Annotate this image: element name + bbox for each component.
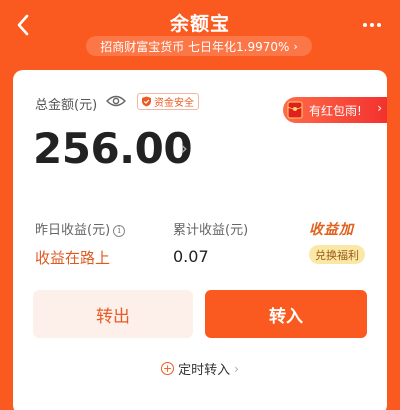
chevron-right-icon: › <box>234 361 239 376</box>
transfer-in-button[interactable]: 转入 <box>205 290 367 338</box>
eye-icon[interactable] <box>106 94 126 108</box>
scheduled-transfer-link[interactable]: + 定时转入 › <box>13 359 387 378</box>
total-amount-value[interactable]: 256.00 <box>33 124 193 173</box>
fund-info-text: 招商财富宝货币 七日年化1.9970% <box>100 39 290 54</box>
top-nav-bar: 余额宝 招商财富宝货币 七日年化1.9970% › <box>0 0 400 64</box>
yesterday-earnings-value: 收益在路上 <box>35 249 111 267</box>
info-icon[interactable]: i <box>113 225 126 237</box>
fund-safety-badge[interactable]: 资金安全 <box>137 93 199 110</box>
chevron-right-icon: › <box>377 101 382 115</box>
red-packet-rain-banner[interactable]: 有红包雨! › <box>283 97 387 123</box>
safety-badge-text: 资金安全 <box>154 98 194 109</box>
chevron-right-icon: › <box>293 39 298 53</box>
more-dots-icon <box>363 23 367 27</box>
scheduled-transfer-label: 定时转入 <box>178 363 231 378</box>
total-amount-label: 总金额(元) <box>35 98 98 113</box>
chevron-right-icon[interactable]: › <box>180 136 188 160</box>
redeem-benefits-tag[interactable]: 兑换福利 <box>309 245 365 264</box>
cumulative-earnings-value: 0.07 <box>173 247 209 266</box>
earnings-boost-title[interactable]: 收益加 <box>309 219 354 239</box>
page-title: 余额宝 <box>169 13 230 35</box>
red-packet-text: 有红包雨! <box>309 103 362 118</box>
transfer-out-button[interactable]: 转出 <box>33 290 193 338</box>
fund-info-pill[interactable]: 招商财富宝货币 七日年化1.9970% › <box>86 36 312 56</box>
plus-circle-icon: + <box>161 362 175 375</box>
more-options-button[interactable] <box>360 16 384 34</box>
cumulative-earnings-label: 累计收益(元) <box>173 223 249 238</box>
balance-card: 总金额(元) 资金安全 有红包雨! › 256.00 › 昨日收益(元) i 收益… <box>13 70 387 410</box>
yesterday-earnings-label: 昨日收益(元) i <box>35 219 126 238</box>
shield-icon <box>142 96 151 107</box>
red-envelope-icon <box>287 101 303 119</box>
